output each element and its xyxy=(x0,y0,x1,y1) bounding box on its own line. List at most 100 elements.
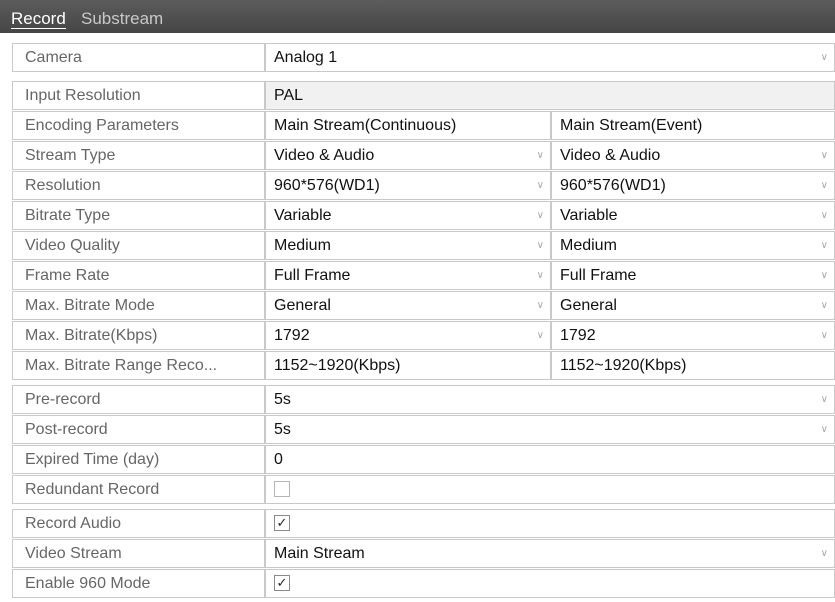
video-stream-select[interactable]: Main Stream ∨ xyxy=(265,539,835,568)
label-max-bitrate-kbps: Max. Bitrate(Kbps) xyxy=(12,321,265,350)
tab-record[interactable]: Record xyxy=(11,9,66,29)
label-frame-rate: Frame Rate xyxy=(12,261,265,290)
chevron-down-icon: ∨ xyxy=(820,210,828,221)
settings-row-resolution: Resolution 960*576(WD1) ∨ 960*576(WD1) ∨ xyxy=(12,171,835,201)
chevron-down-icon: ∨ xyxy=(820,548,828,559)
expired-time-day-text: 0 xyxy=(274,451,283,468)
encoding-parameters-continuous-text: Main Stream(Continuous) xyxy=(274,117,457,134)
video-quality-continuous-text: Medium xyxy=(274,237,331,254)
settings-row-max-bitrate-kbps: Max. Bitrate(Kbps) 1792 ∨ 1792 ∨ xyxy=(12,321,835,351)
post-record-text: 5s xyxy=(274,421,291,438)
label-enable-960-mode: Enable 960 Mode xyxy=(12,569,265,598)
settings-row-frame-rate: Frame Rate Full Frame ∨ Full Frame ∨ xyxy=(12,261,835,291)
bitrate-type-continuous-text: Variable xyxy=(274,207,332,224)
chevron-down-icon: ∨ xyxy=(820,150,828,161)
settings-row-encoding-parameters: Encoding Parameters Main Stream(Continuou… xyxy=(12,111,835,141)
resolution-event-text: 960*576(WD1) xyxy=(560,177,666,194)
redundant-record-checkbox[interactable] xyxy=(274,481,290,497)
max-bitrate-range-reco-continuous-text: 1152~1920(Kbps) xyxy=(274,357,401,374)
enable-960-mode-checkbox[interactable]: ✓ xyxy=(274,575,290,591)
settings-row-stream-type: Stream Type Video & Audio ∨ Video & Audio ∨ xyxy=(12,141,835,171)
settings-row-post-record: Post-record 5s ∨ xyxy=(12,415,835,445)
record-audio-checkbox[interactable]: ✓ xyxy=(274,515,290,531)
label-redundant-record: Redundant Record xyxy=(12,475,265,504)
enable-960-mode-cell: ✓ xyxy=(265,569,835,598)
max-bitrate-kbps-event-select[interactable]: 1792 ∨ xyxy=(551,321,835,350)
settings-row-input-resolution: Input Resolution PAL xyxy=(12,81,835,111)
settings-row-bitrate-type: Bitrate Type Variable ∨ Variable ∨ xyxy=(12,201,835,231)
resolution-continuous-text: 960*576(WD1) xyxy=(274,177,380,194)
max-bitrate-range-reco-event-value: 1152~1920(Kbps) xyxy=(551,351,835,380)
video-quality-event-text: Medium xyxy=(560,237,617,254)
frame-rate-event-text: Full Frame xyxy=(560,267,637,284)
frame-rate-event-select[interactable]: Full Frame ∨ xyxy=(551,261,835,290)
input-resolution-text: PAL xyxy=(274,87,304,104)
max-bitrate-range-reco-continuous-value: 1152~1920(Kbps) xyxy=(265,351,551,380)
max-bitrate-mode-continuous-text: General xyxy=(274,297,331,314)
chevron-down-icon: ∨ xyxy=(536,180,544,191)
chevron-down-icon: ∨ xyxy=(536,270,544,281)
chevron-down-icon: ∨ xyxy=(820,52,828,63)
settings-row-max-bitrate-range-reco: Max. Bitrate Range Reco... 1152~1920(Kbps… xyxy=(12,351,835,381)
max-bitrate-kbps-event-text: 1792 xyxy=(560,327,596,344)
settings-row-camera: Camera Analog 1 ∨ xyxy=(12,43,835,73)
label-record-audio: Record Audio xyxy=(12,509,265,538)
record-audio-cell: ✓ xyxy=(265,509,835,538)
stream-type-continuous-text: Video & Audio xyxy=(274,147,375,164)
bitrate-type-event-text: Variable xyxy=(560,207,618,224)
label-encoding-parameters: Encoding Parameters xyxy=(12,111,265,140)
stream-type-event-text: Video & Audio xyxy=(560,147,661,164)
settings-row-redundant-record: Redundant Record xyxy=(12,475,835,505)
post-record-select[interactable]: 5s ∨ xyxy=(265,415,835,444)
video-quality-continuous-select[interactable]: Medium ∨ xyxy=(265,231,551,260)
stream-type-event-select[interactable]: Video & Audio ∨ xyxy=(551,141,835,170)
label-expired-time-day: Expired Time (day) xyxy=(12,445,265,474)
chevron-down-icon: ∨ xyxy=(536,330,544,341)
settings-row-video-stream: Video Stream Main Stream ∨ xyxy=(12,539,835,569)
settings-row-max-bitrate-mode: Max. Bitrate Mode General ∨ General ∨ xyxy=(12,291,835,321)
label-input-resolution: Input Resolution xyxy=(12,81,265,110)
chevron-down-icon: ∨ xyxy=(820,180,828,191)
label-camera: Camera xyxy=(12,43,265,72)
max-bitrate-kbps-continuous-select[interactable]: 1792 ∨ xyxy=(265,321,551,350)
pre-record-text: 5s xyxy=(274,391,291,408)
frame-rate-continuous-select[interactable]: Full Frame ∨ xyxy=(265,261,551,290)
encoding-parameters-event-text: Main Stream(Event) xyxy=(560,117,703,134)
chevron-down-icon: ∨ xyxy=(536,240,544,251)
chevron-down-icon: ∨ xyxy=(820,394,828,405)
label-stream-type: Stream Type xyxy=(12,141,265,170)
chevron-down-icon: ∨ xyxy=(820,300,828,311)
camera-select[interactable]: Analog 1 ∨ xyxy=(265,43,835,72)
resolution-event-select[interactable]: 960*576(WD1) ∨ xyxy=(551,171,835,200)
camera-text: Analog 1 xyxy=(274,49,338,66)
max-bitrate-mode-event-select[interactable]: General ∨ xyxy=(551,291,835,320)
bitrate-type-continuous-select[interactable]: Variable ∨ xyxy=(265,201,551,230)
label-video-quality: Video Quality xyxy=(12,231,265,260)
tab-bar: Record Substream xyxy=(0,0,835,33)
stream-type-continuous-select[interactable]: Video & Audio ∨ xyxy=(265,141,551,170)
chevron-down-icon: ∨ xyxy=(536,210,544,221)
label-max-bitrate-range-reco: Max. Bitrate Range Reco... xyxy=(12,351,265,380)
redundant-record-cell xyxy=(265,475,835,504)
max-bitrate-mode-event-text: General xyxy=(560,297,617,314)
encoding-parameters-continuous-value: Main Stream(Continuous) xyxy=(265,111,551,140)
resolution-continuous-select[interactable]: 960*576(WD1) ∨ xyxy=(265,171,551,200)
label-resolution: Resolution xyxy=(12,171,265,200)
max-bitrate-kbps-continuous-text: 1792 xyxy=(274,327,310,344)
settings-row-expired-time-day: Expired Time (day) 0 xyxy=(12,445,835,475)
label-pre-record: Pre-record xyxy=(12,385,265,414)
expired-time-day-value[interactable]: 0 xyxy=(265,445,835,474)
frame-rate-continuous-text: Full Frame xyxy=(274,267,351,284)
max-bitrate-mode-continuous-select[interactable]: General ∨ xyxy=(265,291,551,320)
settings-row-enable-960-mode: Enable 960 Mode ✓ xyxy=(12,569,835,599)
video-stream-text: Main Stream xyxy=(274,545,365,562)
max-bitrate-range-reco-event-text: 1152~1920(Kbps) xyxy=(560,357,687,374)
chevron-down-icon: ∨ xyxy=(536,300,544,311)
bitrate-type-event-select[interactable]: Variable ∨ xyxy=(551,201,835,230)
tab-substream[interactable]: Substream xyxy=(81,9,163,29)
pre-record-select[interactable]: 5s ∨ xyxy=(265,385,835,414)
chevron-down-icon: ∨ xyxy=(820,270,828,281)
video-quality-event-select[interactable]: Medium ∨ xyxy=(551,231,835,260)
chevron-down-icon: ∨ xyxy=(820,424,828,435)
record-settings-form: Camera Analog 1 ∨ Input Resolution PAL Encodi… xyxy=(12,43,835,602)
